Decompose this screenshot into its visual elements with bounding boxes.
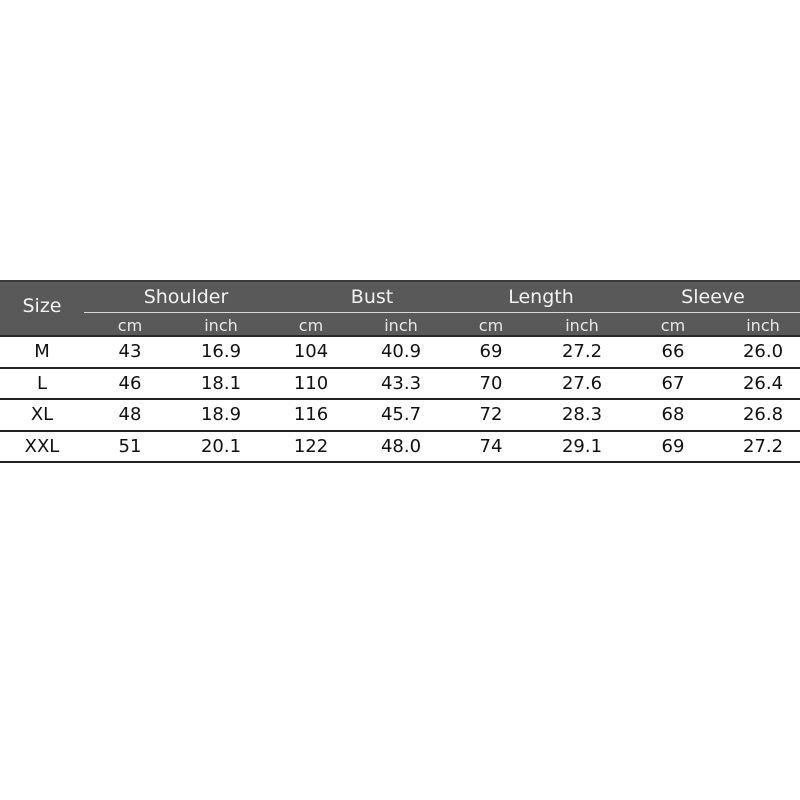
value-cell: 26.0 (742, 341, 784, 363)
value-cell: 74 (479, 435, 503, 457)
value-cell: 18.9 (200, 404, 242, 426)
value-cell: 43.3 (380, 372, 422, 394)
table-row: L 46 18.1 110 43.3 70 27.6 67 26.4 (0, 368, 800, 400)
value-cell: 72 (479, 404, 503, 426)
value-cell: 51 (118, 435, 142, 457)
value-cell: 46 (118, 372, 142, 394)
value-cell: 43 (118, 341, 142, 363)
value-cell: 26.4 (742, 372, 784, 394)
value-cell: 68 (661, 404, 685, 426)
value-cell: 40.9 (380, 341, 422, 363)
size-cell: XXL (24, 435, 60, 457)
value-cell: 110 (293, 372, 329, 394)
value-cell: 122 (293, 435, 329, 457)
unit-header: cm (298, 315, 324, 335)
value-cell: 20.1 (200, 435, 242, 457)
unit-header: inch (565, 315, 599, 335)
size-header: Size (22, 294, 62, 317)
table-row: M 43 16.9 104 40.9 69 27.2 66 26.0 (0, 337, 800, 369)
unit-header: inch (746, 315, 780, 335)
size-chart-table: Size Shoulder Bust Length Sleeve cm inch… (0, 280, 800, 463)
table-header: Size Shoulder Bust Length Sleeve cm inch… (0, 280, 800, 337)
size-cell: M (34, 341, 50, 363)
value-cell: 70 (479, 372, 503, 394)
size-cell: XL (30, 404, 54, 426)
value-cell: 48 (118, 404, 142, 426)
value-cell: 16.9 (200, 341, 242, 363)
group-header-sleeve: Sleeve (681, 286, 745, 308)
unit-header: cm (117, 315, 143, 335)
size-cell: L (36, 372, 48, 394)
value-cell: 69 (661, 435, 685, 457)
group-header-shoulder: Shoulder (143, 286, 229, 308)
group-header-bust: Bust (350, 286, 394, 308)
value-cell: 29.1 (561, 435, 603, 457)
table-row: XL 48 18.9 116 45.7 72 28.3 68 26.8 (0, 400, 800, 432)
value-cell: 48.0 (380, 435, 422, 457)
value-cell: 45.7 (380, 404, 422, 426)
value-cell: 18.1 (200, 372, 242, 394)
value-cell: 27.2 (742, 435, 784, 457)
value-cell: 67 (661, 372, 685, 394)
unit-header: inch (204, 315, 238, 335)
value-cell: 69 (479, 341, 503, 363)
unit-header: inch (384, 315, 418, 335)
value-cell: 28.3 (561, 404, 603, 426)
value-cell: 27.2 (561, 341, 603, 363)
unit-header: cm (660, 315, 686, 335)
value-cell: 66 (661, 341, 685, 363)
value-cell: 104 (293, 341, 329, 363)
table-row: XXL 51 20.1 122 48.0 74 29.1 69 27.2 (0, 431, 800, 463)
value-cell: 116 (293, 404, 329, 426)
value-cell: 27.6 (561, 372, 603, 394)
group-header-length: Length (508, 286, 574, 308)
unit-header: cm (478, 315, 504, 335)
value-cell: 26.8 (742, 404, 784, 426)
